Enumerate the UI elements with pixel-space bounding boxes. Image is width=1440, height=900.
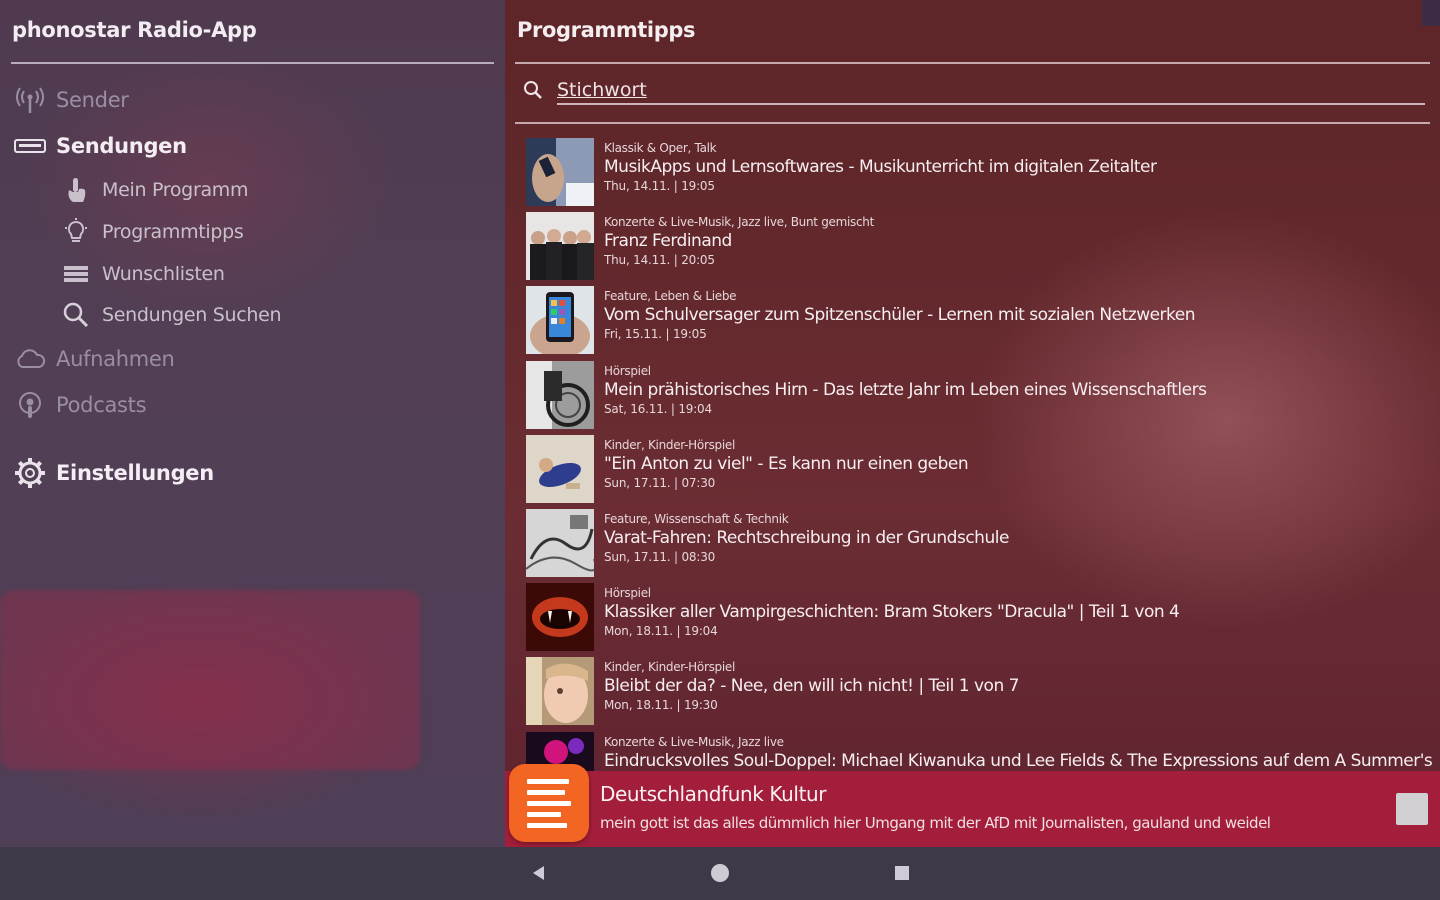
nav-label: Programmtipps (102, 221, 244, 243)
system-navigation-bar (0, 847, 1440, 900)
thumbnail-image (526, 583, 594, 652)
mini-player[interactable]: Deutschlandfunk Kultur mein gott ist das… (505, 764, 1440, 847)
item-date: Thu, 14.11. | 19:05 (604, 179, 715, 193)
thumbnail-image (526, 212, 594, 281)
nav-label: Sendungen Suchen (102, 304, 282, 326)
item-genre: Kinder, Kinder-Hörspiel (604, 437, 735, 452)
item-date: Sat, 16.11. | 19:04 (604, 401, 712, 416)
item-date: Sun, 17.11. | 08:30 (604, 549, 716, 564)
podcast-icon (14, 389, 46, 421)
item-title: Franz Ferdinand (604, 231, 732, 252)
item-title: Bleibt der da? - Nee, den will ich nicht… (604, 676, 1019, 697)
nav-label: Podcasts (56, 393, 147, 417)
item-genre: Klassik & Oper, Talk (604, 141, 717, 155)
deutschlandfunk-logo-icon (509, 764, 589, 842)
item-title: Eindrucksvolles Soul-Doppel: Michael Kiw… (604, 750, 1433, 771)
item-genre: Konzerte & Live-Musik, Jazz live (604, 734, 784, 749)
nav-label: Wunschlisten (102, 263, 225, 285)
list-item[interactable]: Hörspiel Mein prähistorisches Hirn - Das… (526, 359, 1426, 433)
nav-label: Sendungen (56, 134, 187, 158)
nav-item-mein-programm[interactable]: Mein Programm (60, 174, 249, 206)
item-date: Thu, 14.11. | 20:05 (604, 253, 715, 268)
drawer-divider (11, 62, 494, 64)
program-list: Klassik & Oper, Talk MusikApps und Lerns… (526, 136, 1433, 804)
hand-touch-icon (60, 174, 92, 206)
app-title: phonostar Radio-App (12, 18, 257, 42)
nav-label: Einstellungen (56, 461, 214, 485)
thumbnail-image (526, 360, 594, 429)
item-date: Mon, 18.11. | 19:04 (604, 624, 718, 639)
nav-item-einstellungen[interactable]: Einstellungen (14, 457, 214, 489)
item-genre: Konzerte & Live-Musik, Jazz live, Bunt g… (604, 215, 874, 230)
list-item[interactable]: Feature, Leben & Liebe Vom Schulversager… (526, 284, 1426, 358)
item-genre: Kinder, Kinder-Hörspiel (604, 660, 735, 675)
item-title: Vom Schulversager zum Spitzenschüler - L… (604, 305, 1196, 326)
radio-antenna-icon (14, 84, 46, 116)
search-bar (523, 78, 1425, 106)
list-item[interactable]: Feature, Wissenschaft & Technik Varat-Fa… (526, 507, 1426, 581)
gear-icon (14, 457, 46, 489)
player-subtitle: mein gott ist das alles dümmlich hier Um… (600, 814, 1271, 832)
nav-label: Aufnahmen (56, 347, 175, 371)
recents-icon[interactable] (893, 864, 911, 886)
back-icon[interactable] (530, 863, 548, 887)
item-title: Varat-Fahren: Rechtschreibung in der Gru… (604, 527, 1009, 548)
nav-item-wunschlisten[interactable]: Wunschlisten (60, 258, 225, 290)
thumbnail-image (526, 138, 594, 206)
search-icon (523, 80, 543, 104)
thumbnail-image (526, 657, 594, 726)
list-item[interactable]: Hörspiel Klassiker aller Vampirgeschicht… (526, 581, 1426, 655)
thumbnail-image (526, 286, 594, 355)
background-blur-card (0, 590, 420, 770)
search-icon (60, 299, 92, 331)
nav-item-sendungen-suchen[interactable]: Sendungen Suchen (60, 299, 282, 331)
item-title: MusikApps und Lernsoftwares - Musikunter… (604, 157, 1157, 177)
nav-item-aufnahmen[interactable]: Aufnahmen (14, 343, 175, 375)
list-item[interactable]: Konzerte & Live-Musik, Jazz live, Bunt g… (526, 210, 1426, 284)
thumbnail-image (526, 508, 594, 577)
item-genre: Feature, Leben & Liebe (604, 289, 737, 304)
thumbnail-image (526, 434, 594, 503)
item-title: Klassiker aller Vampirgeschichten: Bram … (604, 602, 1180, 623)
item-date: Mon, 18.11. | 19:30 (604, 698, 718, 713)
stop-button[interactable] (1396, 793, 1428, 825)
item-genre: Feature, Wissenschaft & Technik (604, 511, 789, 526)
player-station: Deutschlandfunk Kultur (600, 782, 827, 806)
lightbulb-icon (60, 216, 92, 248)
nav-item-sender[interactable]: Sender (14, 84, 129, 116)
item-genre: Hörspiel (604, 586, 651, 601)
navigation-drawer: phonostar Radio-App Sender Sendungen Mei… (0, 0, 505, 847)
nav-item-podcasts[interactable]: Podcasts (14, 389, 147, 421)
list-item[interactable]: Kinder, Kinder-Hörspiel "Ein Anton zu vi… (526, 433, 1426, 507)
panel-title: Programmtipps (517, 18, 696, 42)
list-item[interactable]: Kinder, Kinder-Hörspiel Bleibt der da? -… (526, 655, 1426, 729)
programmtipps-panel: Programmtipps Klassik & (505, 0, 1440, 847)
nav-label: Mein Programm (102, 179, 249, 201)
item-title: Mein prähistorisches Hirn - Das letzte J… (604, 379, 1207, 400)
panel-divider (515, 62, 1430, 64)
nav-item-programmtipps[interactable]: Programmtipps (60, 216, 244, 248)
cloud-icon (14, 343, 46, 375)
list-item[interactable]: Klassik & Oper, Talk MusikApps und Lerns… (526, 136, 1426, 210)
nav-item-sendungen[interactable]: Sendungen (14, 130, 187, 162)
list-icon (60, 258, 92, 290)
item-date: Fri, 15.11. | 19:05 (604, 327, 707, 342)
item-date: Sun, 17.11. | 07:30 (604, 475, 716, 490)
search-divider (515, 122, 1430, 124)
nav-label: Sender (56, 88, 129, 112)
item-title: "Ein Anton zu viel" - Es kann nur einen … (604, 453, 969, 474)
panel-corner (1422, 0, 1440, 26)
item-genre: Hörspiel (604, 363, 651, 378)
search-input[interactable] (557, 79, 1425, 105)
keyboard-icon (14, 130, 46, 162)
home-icon[interactable] (709, 862, 731, 888)
